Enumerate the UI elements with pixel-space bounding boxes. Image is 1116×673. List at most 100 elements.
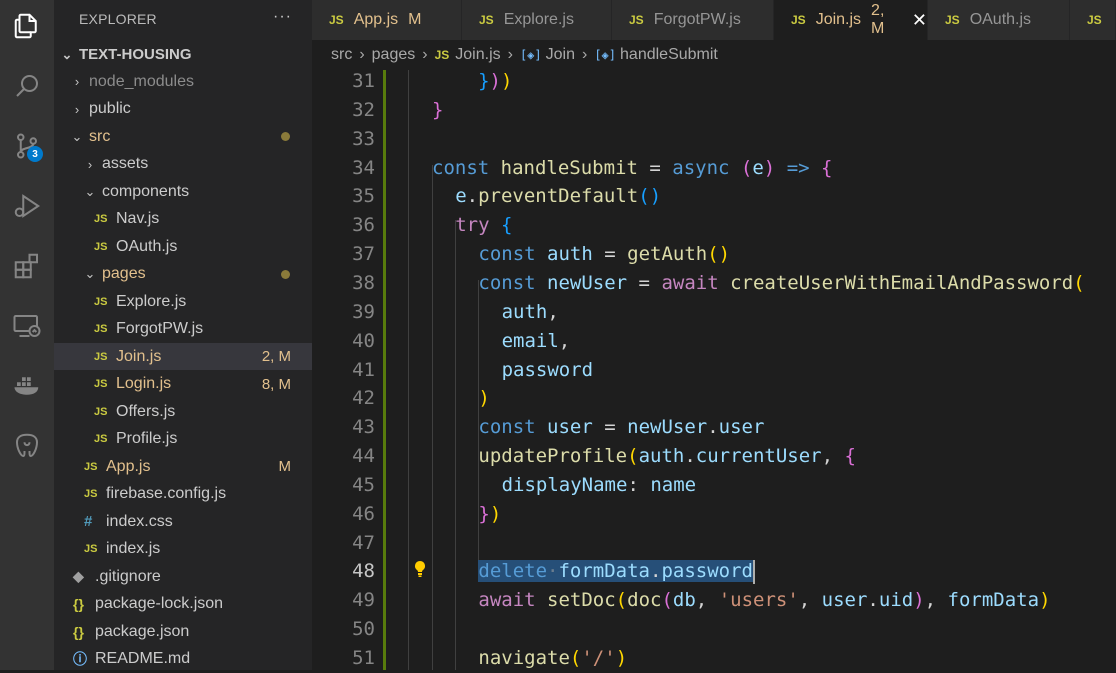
tab-explore-js[interactable]: JS Explore.js: [462, 0, 612, 40]
tree-item-pages[interactable]: ⌄ pages: [54, 261, 312, 288]
code-line[interactable]: 49 await setDoc(doc(db, 'users', user.uid…: [312, 586, 1116, 615]
tree-item-label: firebase.config.js: [106, 485, 227, 502]
tree-item-gitignore[interactable]: ◆ .gitignore: [54, 563, 312, 590]
tree-item-index-js[interactable]: JS index.js: [54, 536, 312, 563]
remote-explorer-icon[interactable]: [9, 308, 45, 344]
tab-join-js[interactable]: JS Join.js 2, M ✕: [774, 0, 928, 40]
code-text: await setDoc(doc(db, 'users', user.uid),…: [478, 589, 1051, 612]
tree-item-src[interactable]: ⌄ src: [54, 123, 312, 150]
code-line[interactable]: 48 delete·formData.password: [312, 557, 1116, 586]
js-file-icon: JS: [84, 543, 98, 555]
code-line[interactable]: 36 try {: [312, 211, 1116, 240]
json-file-icon: {}: [73, 623, 84, 640]
line-number: 40: [352, 329, 375, 352]
search-icon[interactable]: [9, 68, 45, 104]
tree-item-assets[interactable]: › assets: [54, 151, 312, 178]
run-debug-icon[interactable]: [9, 188, 45, 224]
breadcrumb-symbol-handlesubmit[interactable]: handleSubmit: [620, 46, 718, 64]
tree-item-oauth-js[interactable]: JS OAuth.js: [54, 233, 312, 260]
tab-js[interactable]: JS: [1070, 0, 1116, 40]
code-text: ): [478, 387, 490, 410]
tree-item-label: ForgotPW.js: [116, 320, 204, 337]
js-file-icon: JS: [84, 460, 98, 473]
code-line[interactable]: 40 email,: [312, 327, 1116, 356]
line-number: 42: [352, 387, 375, 410]
tree-item-label: App.js: [106, 457, 151, 475]
chevron-down-icon: ⌄: [71, 128, 83, 144]
code-line[interactable]: 38 const newUser = await createUserWithEm…: [312, 269, 1116, 298]
tree-item-index-css[interactable]: # index.css: [54, 508, 312, 535]
source-control-icon[interactable]: 3: [9, 128, 45, 164]
code-line[interactable]: 41 password: [312, 356, 1116, 385]
code-line[interactable]: 31 })): [312, 70, 1116, 96]
editor-tab-bar: JS App.js M JS Explore.js JS ForgotPW.js JS Join…: [312, 0, 1116, 40]
more-actions-icon[interactable]: ···: [273, 8, 292, 26]
code-line[interactable]: 44 updateProfile(auth.currentUser, {: [312, 442, 1116, 471]
tree-item-login-js[interactable]: JS Login.js 8, M: [54, 371, 312, 398]
js-file-icon: JS: [479, 13, 494, 27]
code-line[interactable]: 37 const auth = getAuth(): [312, 240, 1116, 269]
symbol-variable-icon: [◈]: [594, 48, 617, 62]
breadcrumb-file[interactable]: Join.js: [455, 46, 500, 64]
tab-app-js[interactable]: JS App.js M: [312, 0, 462, 40]
code-line[interactable]: 39 auth,: [312, 298, 1116, 327]
chevron-down-icon: ⌄: [61, 46, 73, 62]
tree-item-node-modules[interactable]: › node_modules: [54, 68, 312, 95]
tree-item-profile-js[interactable]: JS Profile.js: [54, 426, 312, 453]
code-line[interactable]: 47: [312, 529, 1116, 558]
code-line[interactable]: 45 displayName: name: [312, 471, 1116, 500]
tree-item-components[interactable]: ⌄ components: [54, 178, 312, 205]
source-control-badge: 3: [27, 146, 43, 162]
text-cursor: [752, 559, 755, 584]
tree-item-label: .gitignore: [95, 567, 161, 585]
lightbulb-icon[interactable]: [413, 560, 427, 578]
tab-oauth-js[interactable]: JS OAuth.js: [928, 0, 1070, 40]
close-icon[interactable]: ✕: [912, 10, 927, 31]
code-line[interactable]: 42): [312, 384, 1116, 413]
breadcrumb-separator-icon: ›: [582, 46, 588, 63]
breadcrumb-symbol-join[interactable]: Join: [546, 46, 575, 64]
tree-item-firebase-config-js[interactable]: JS firebase.config.js: [54, 481, 312, 508]
code-line[interactable]: 33: [312, 125, 1116, 154]
line-number: 48: [352, 560, 375, 583]
code-line[interactable]: 32}: [312, 96, 1116, 125]
tree-item-nav-js[interactable]: JS Nav.js: [54, 206, 312, 233]
tree-item-explore-js[interactable]: JS Explore.js: [54, 288, 312, 315]
files-icon[interactable]: [9, 8, 45, 44]
code-line[interactable]: 46}): [312, 500, 1116, 529]
explorer-title: EXPLORER: [79, 11, 157, 27]
tree-item-public[interactable]: › public: [54, 96, 312, 123]
tree-item-label: package.json: [95, 622, 190, 640]
line-number: 35: [352, 185, 375, 208]
line-number: 33: [352, 127, 375, 150]
tree-item-package-json[interactable]: {} package.json: [54, 618, 312, 645]
tree-item-join-js[interactable]: JS Join.js 2, M: [54, 343, 312, 370]
workspace-root[interactable]: ⌄ TEXT-HOUSING: [54, 41, 312, 68]
code-line[interactable]: 43 const user = newUser.user: [312, 413, 1116, 442]
js-file-icon: JS: [329, 13, 344, 27]
tree-item-app-js[interactable]: JS App.js M: [54, 453, 312, 480]
modified-dot-icon: [281, 132, 290, 141]
line-number: 47: [352, 531, 375, 554]
docker-icon[interactable]: [9, 368, 45, 404]
code-line[interactable]: 34 const handleSubmit = async (e) => {: [312, 154, 1116, 183]
postgres-icon[interactable]: [9, 428, 45, 464]
code-line[interactable]: 50: [312, 615, 1116, 644]
breadcrumb-src[interactable]: src: [331, 46, 352, 64]
code-line[interactable]: 51 navigate('/'): [312, 644, 1116, 670]
breadcrumb-pages[interactable]: pages: [372, 46, 416, 64]
tab-forgotpw-js[interactable]: JS ForgotPW.js: [612, 0, 774, 40]
js-file-icon: JS: [94, 405, 108, 418]
code-line[interactable]: 35 e.preventDefault(): [312, 182, 1116, 211]
tree-item-package-lock-json[interactable]: {} package-lock.json: [54, 591, 312, 618]
tree-item-offers-js[interactable]: JS Offers.js: [54, 398, 312, 425]
tree-item-readme-md[interactable]: ⓘ README.md: [54, 646, 312, 673]
code-editor[interactable]: 31 })) 32} 33 34 const handleSubmit = async …: [312, 70, 1116, 670]
js-file-icon: JS: [629, 13, 644, 27]
code-text: email,: [501, 329, 571, 352]
extensions-icon[interactable]: [9, 248, 45, 284]
tab-label: Explore.js: [503, 11, 574, 28]
code-text: const handleSubmit = async (e) => {: [432, 156, 833, 179]
tree-item-forgotpw-js[interactable]: JS ForgotPW.js: [54, 316, 312, 343]
js-file-icon: JS: [791, 13, 806, 27]
